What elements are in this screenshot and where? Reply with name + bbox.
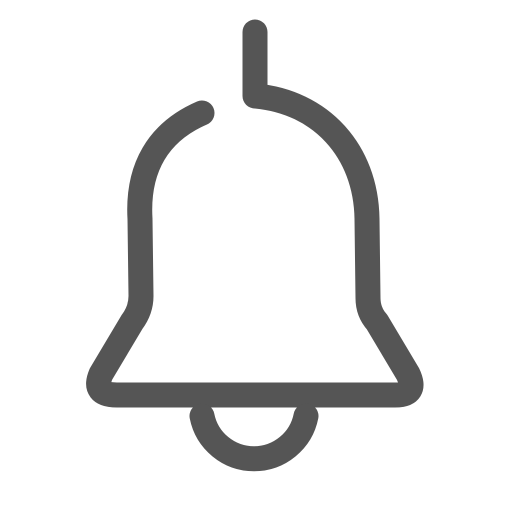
icon-canvas	[0, 0, 512, 512]
bell-icon	[86, 19, 424, 472]
bell-clapper-arc	[189, 403, 319, 472]
bell-body-outline	[86, 83, 424, 408]
